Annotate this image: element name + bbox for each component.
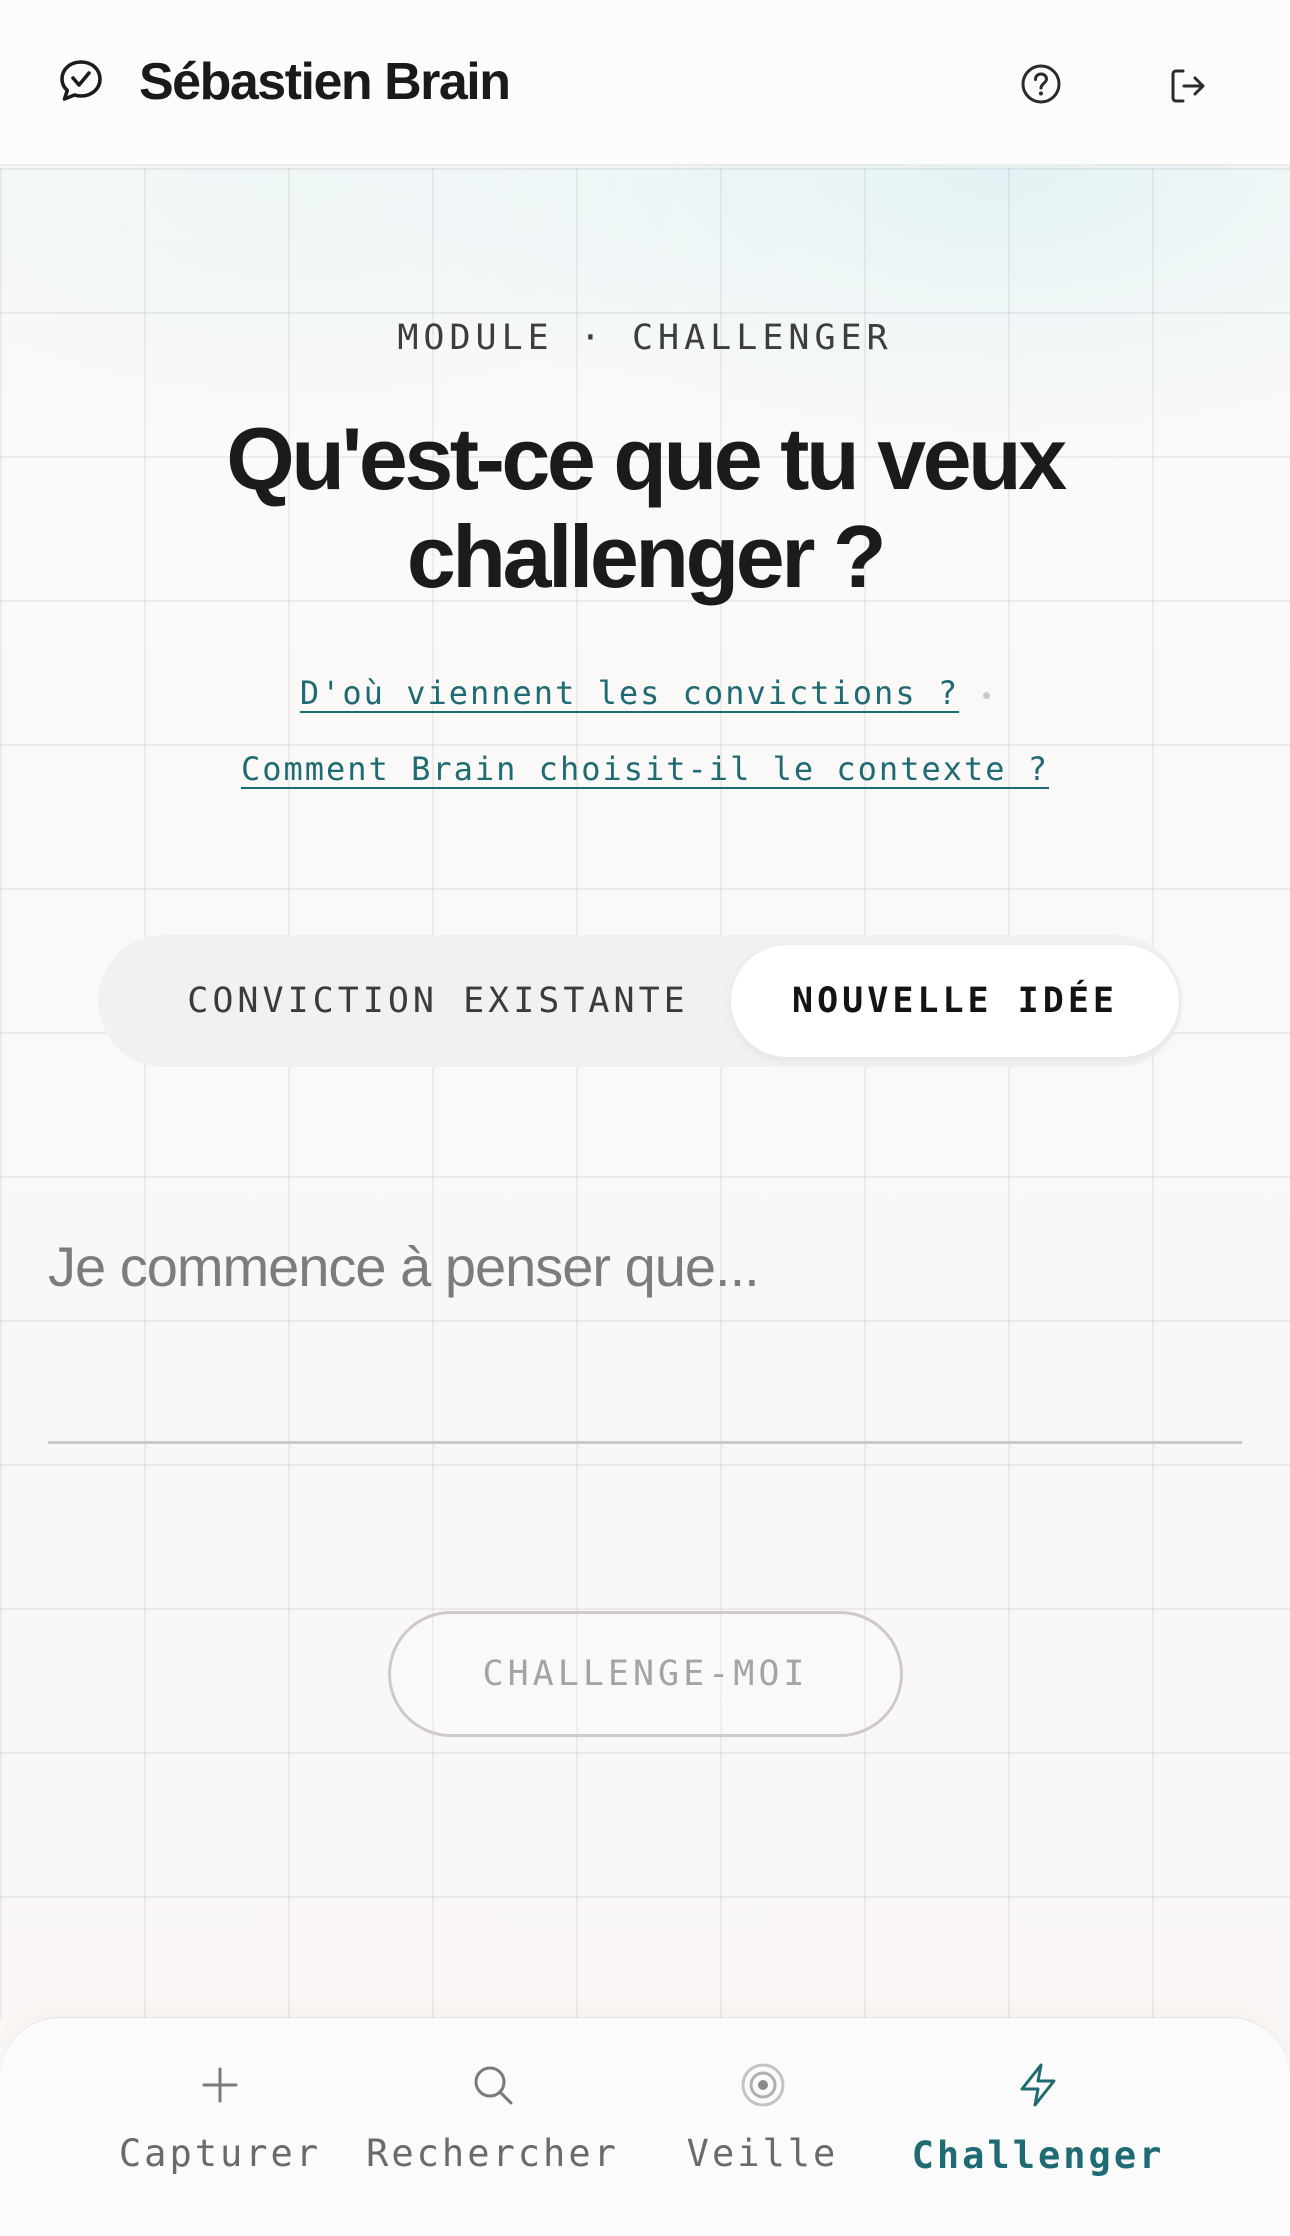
module-eyebrow: MODULE · CHALLENGER — [397, 318, 893, 358]
top-bar: Sébastien Brain — [0, 0, 1290, 166]
help-link-row-2: Comment Brain choisit-il le contexte ? — [0, 731, 1290, 807]
help-links: D'où viennent les convictions ? Comment … — [0, 655, 1290, 807]
nav-label: Challenger — [911, 2134, 1165, 2177]
chat-bubble-icon — [58, 58, 104, 104]
link-context-selection[interactable]: Comment Brain choisit-il le contexte ? — [241, 750, 1049, 788]
nav-label: Rechercher — [366, 2132, 619, 2175]
brand-name: Sébastien Brain — [139, 53, 511, 111]
lightning-icon — [1020, 2063, 1056, 2107]
segment-conviction-existante[interactable]: CONVICTION EXISTANTE — [128, 945, 748, 1057]
idea-input[interactable] — [48, 1222, 1242, 1444]
link-convictions-origin[interactable]: D'où viennent les convictions ? — [300, 674, 959, 712]
nav-item-veille[interactable]: Veille — [650, 2018, 875, 2236]
nav-label: Veille — [686, 2132, 839, 2175]
logout-icon[interactable] — [1168, 66, 1208, 106]
search-icon — [474, 2066, 512, 2105]
bottom-navigation: Capturer Rechercher Veille Challenger — [0, 2018, 1290, 2236]
nav-label: Capturer — [118, 2132, 322, 2175]
mode-segmented-control: CONVICTION EXISTANTE NOUVELLE IDÉE — [98, 935, 1182, 1067]
challenger-page: Sébastien Brain MODULE · CHALLENGER Qu'e… — [0, 0, 1290, 2236]
challenge-me-button[interactable]: CHALLENGE-MOI — [388, 1611, 903, 1737]
help-circle-icon[interactable] — [1020, 63, 1062, 105]
link-separator-dot — [983, 691, 991, 699]
help-link-row-1: D'où viennent les convictions ? — [0, 655, 1290, 731]
plus-icon — [202, 2067, 238, 2103]
radar-icon — [741, 2063, 784, 2107]
nav-item-rechercher[interactable]: Rechercher — [360, 2018, 625, 2236]
page-title: Qu'est-ce que tu veux challenger ? — [226, 409, 1067, 606]
segment-nouvelle-idee[interactable]: NOUVELLE IDÉE — [731, 945, 1179, 1057]
nav-item-capturer[interactable]: Capturer — [100, 2018, 340, 2236]
nav-item-challenger[interactable]: Challenger — [888, 2018, 1188, 2236]
